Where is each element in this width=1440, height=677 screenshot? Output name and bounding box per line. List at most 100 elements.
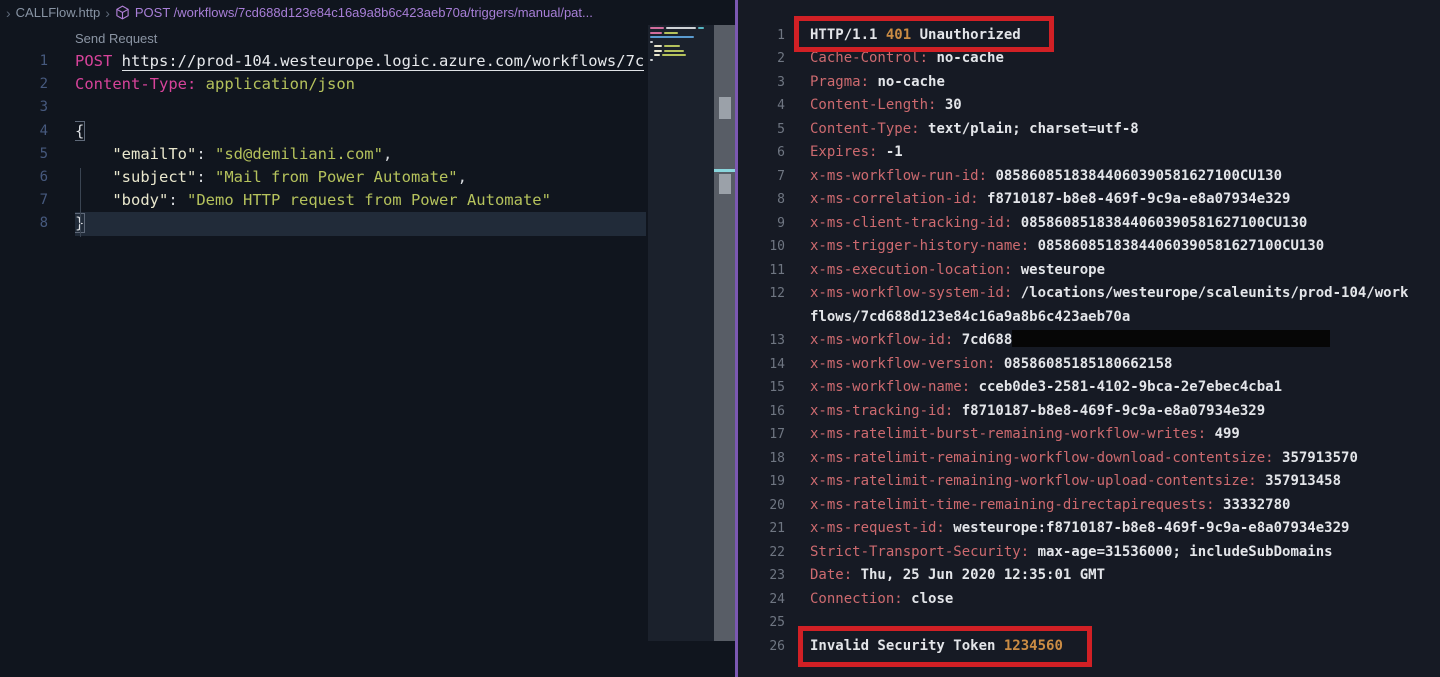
line-number: 6 — [39, 168, 48, 185]
line-content: Content-Type: application/json — [75, 73, 646, 96]
code-segment: x-ms-trigger-history-name: — [810, 238, 1038, 255]
code-segment: https://prod-104.westeurope.logic.azure.… — [121, 52, 645, 71]
request-line[interactable]: 4{ — [0, 120, 646, 143]
line-number: 10 — [769, 239, 785, 255]
scrollbar-thumb[interactable] — [719, 97, 731, 119]
breadcrumb: › CALLFlow.http › POST /workflows/7cd688… — [0, 0, 735, 25]
minimap-line — [654, 49, 714, 52]
code-segment: close — [911, 590, 954, 607]
code-segment: Pragma: — [810, 73, 878, 90]
request-line[interactable]: 7 "body": "Demo HTTP request from Power … — [0, 189, 646, 212]
line-content: x-ms-correlation-id: f8710187-b8e8-469f-… — [810, 188, 1440, 212]
request-line[interactable]: 1 POST https://prod-104.westeurope.logic.… — [0, 50, 646, 73]
minimap-mark — [654, 49, 662, 52]
code-segment: x-ms-correlation-id: — [810, 191, 988, 208]
code-segment: x-ms-ratelimit-remaining-workflow-upload… — [810, 473, 1266, 490]
response-line: 23 Date: Thu, 25 Jun 2020 12:35:01 GMT — [738, 564, 1440, 588]
code-segment: westeurope — [1020, 261, 1106, 278]
line-content: } — [75, 212, 646, 236]
code-segment: no-cache — [936, 50, 1004, 67]
code-segment: westeurope:f8710187-b8e8-469f-9c9a-e8a07… — [953, 520, 1350, 537]
request-line[interactable]: 2 Content-Type: application/json — [0, 73, 646, 96]
line-content: x-ms-ratelimit-burst-remaining-workflow-… — [810, 423, 1440, 447]
code-segment: { — [75, 121, 85, 140]
code-segment: 08586085183844060390581627100CU130 — [1020, 214, 1308, 231]
line-number: 19 — [769, 474, 785, 490]
line-number: 13 — [769, 333, 785, 349]
response-line: 19 x-ms-ratelimit-remaining-workflow-uplo… — [738, 470, 1440, 494]
line-content: { — [75, 120, 646, 143]
line-number: 4 — [39, 122, 48, 139]
response-line: 13 x-ms-workflow-id: 7cd688 — [738, 329, 1440, 353]
line-content: x-ms-workflow-version: 08586085185180662… — [810, 353, 1440, 377]
response-line: 18 x-ms-ratelimit-remaining-workflow-down… — [738, 447, 1440, 471]
response-content: 1 HTTP/1.1 401 Unauthorized 2 Cache-Control… — [738, 0, 1440, 658]
code-segment: x-ms-workflow-name: — [810, 379, 979, 396]
chevron-right-icon: › — [105, 4, 110, 21]
code-segment: x-ms-ratelimit-remaining-workflow-downlo… — [810, 449, 1283, 466]
breadcrumb-symbol[interactable]: POST /workflows/7cd688d123e84c16a9a8b6c4… — [135, 5, 593, 20]
code-segment: Strict-Transport-Security: — [810, 543, 1038, 560]
code-segment: : — [168, 191, 187, 210]
code-segment: 499 — [1214, 426, 1240, 443]
minimap-mark — [650, 40, 653, 43]
minimap-line — [650, 58, 714, 61]
line-number: 16 — [769, 403, 785, 419]
code-segment: : — [196, 167, 215, 186]
request-line[interactable]: 6 "subject": "Mail from Power Automate", — [0, 166, 646, 189]
line-content: x-ms-ratelimit-remaining-workflow-downlo… — [810, 447, 1440, 471]
response-line: 3 Pragma: no-cache — [738, 71, 1440, 95]
response-line: 10 x-ms-trigger-history-name: 08586085183… — [738, 235, 1440, 259]
line-number: 17 — [769, 427, 785, 443]
response-line: 21 x-ms-request-id: westeurope:f8710187-b… — [738, 517, 1440, 541]
scrollbar-thumb[interactable] — [719, 174, 731, 194]
request-line[interactable]: 5 "emailTo": "sd@demiliani.com", — [0, 143, 646, 166]
code-segment: no-cache — [877, 73, 945, 90]
editor-scrollbar[interactable] — [714, 25, 735, 641]
code-segment: flows/7cd688d123e84c16a9a8b6c423aeb70a — [810, 308, 1131, 325]
response-line: 12 x-ms-workflow-system-id: /locations/we… — [738, 282, 1440, 306]
minimap-mark — [664, 49, 684, 52]
line-number: 18 — [769, 450, 785, 466]
line-number: 6 — [777, 145, 785, 161]
minimap-mark — [650, 58, 653, 61]
indent-guide — [80, 168, 81, 237]
line-number: 15 — [769, 380, 785, 396]
response-line: 8 x-ms-correlation-id: f8710187-b8e8-469f… — [738, 188, 1440, 212]
line-content: Content-Length: 30 — [810, 94, 1440, 118]
code-segment: application/json — [205, 75, 355, 94]
line-number: 7 — [777, 168, 785, 184]
line-number: 25 — [769, 615, 785, 631]
line-content: x-ms-tracking-id: f8710187-b8e8-469f-9c9… — [810, 400, 1440, 424]
send-request-codelens[interactable]: Send Request — [0, 27, 646, 50]
response-line: 7 x-ms-workflow-run-id: 08586085183844060… — [738, 165, 1440, 189]
minimap-mark — [650, 27, 664, 29]
line-content — [75, 96, 646, 119]
code-segment: x-ms-execution-location: — [810, 261, 1021, 278]
line-number: 21 — [769, 521, 785, 537]
line-number: 24 — [769, 591, 785, 607]
line-number — [738, 306, 785, 330]
line-number: 2 — [777, 51, 785, 67]
line-number: 5 — [39, 145, 48, 162]
request-editor-body[interactable]: Send Request 1 POST https://prod-104.west… — [0, 25, 646, 677]
minimap[interactable] — [648, 25, 714, 641]
request-line[interactable]: 3 — [0, 96, 646, 119]
line-content: x-ms-workflow-system-id: /locations/west… — [810, 282, 1440, 306]
request-line[interactable]: 8} — [0, 212, 646, 236]
response-line: 24 Connection: close — [738, 588, 1440, 612]
code-segment: "subject" — [112, 167, 197, 186]
code-segment: x-ms-client-tracking-id: — [810, 214, 1021, 231]
minimap-mark — [654, 45, 662, 47]
minimap-mark — [650, 36, 694, 38]
response-line: 16 x-ms-tracking-id: f8710187-b8e8-469f-9… — [738, 400, 1440, 424]
response-line: 4 Content-Length: 30 — [738, 94, 1440, 118]
minimap-mark — [698, 27, 704, 29]
code-segment: Expires: — [810, 144, 886, 161]
code-segment: cceb0de3-2581-4102-9bca-2e7ebec4cba1 — [978, 379, 1283, 396]
minimap-line — [650, 36, 714, 38]
line-number: 11 — [769, 262, 785, 278]
line-number: 9 — [777, 215, 785, 231]
breadcrumb-file[interactable]: CALLFlow.http — [16, 5, 101, 20]
